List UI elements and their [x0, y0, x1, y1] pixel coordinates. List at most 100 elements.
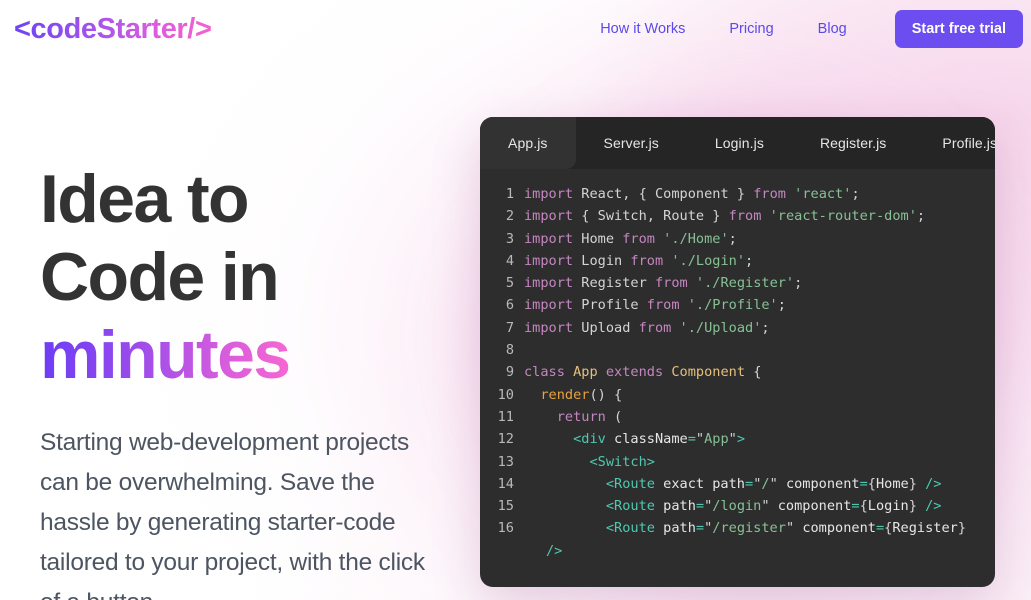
code-token: }	[957, 520, 975, 537]
code-token: import	[524, 252, 574, 269]
code-token: ;	[851, 186, 860, 202]
line-number: 1	[505, 186, 514, 202]
code-token: render	[540, 386, 590, 403]
start-free-trial-button[interactable]: Start free trial	[894, 10, 1023, 48]
code-token: './Upload'	[679, 319, 762, 336]
hero-heading-line-1: Idea to	[40, 161, 250, 237]
line-source: <div className="App">	[524, 428, 989, 450]
editor-tab-profile-js[interactable]: Profile.js	[914, 117, 995, 169]
code-token: }	[908, 475, 926, 492]
line-number: 13	[497, 453, 514, 470]
code-token: {	[859, 498, 868, 515]
code-token: <Route	[605, 520, 655, 537]
hero-description: Starting web-development projects can be…	[40, 429, 425, 600]
line-number: 10	[497, 386, 514, 403]
hero-heading-accent: minutes	[40, 317, 291, 393]
nav-link-how-it-works[interactable]: How it Works	[578, 13, 707, 45]
code-token: Switch	[597, 208, 647, 225]
editor-tab-login-js[interactable]: Login.js	[687, 117, 792, 169]
code-token: Home	[581, 230, 615, 247]
code-token: from	[646, 297, 680, 314]
line-number: 2	[505, 208, 514, 225]
code-token: "	[785, 520, 803, 537]
brand-logo[interactable]: <codeStarter/>	[14, 13, 212, 46]
code-line: 5 import Register from './Register';	[480, 272, 995, 294]
nav-link-blog[interactable]: Blog	[796, 13, 869, 45]
code-line: 1 import React, { Component } from 'react…	[480, 183, 995, 205]
code-token: Component	[654, 186, 729, 202]
code-token: }	[908, 498, 926, 515]
code-token: =	[695, 520, 705, 537]
main-navigation: How it Works Pricing Blog Start free tri…	[578, 10, 1023, 48]
code-token: "	[769, 475, 786, 492]
code-token: />	[925, 475, 942, 492]
landing-page: <codeStarter/> How it Works Pricing Blog…	[0, 0, 1031, 600]
code-token: ;	[761, 319, 770, 336]
code-line: 7 import Upload from './Upload';	[480, 317, 995, 339]
code-token: () {	[589, 386, 623, 403]
code-line: 15 <Route path="/login" component={Login…	[480, 495, 995, 517]
code-token: "	[728, 431, 737, 448]
code-token: class	[524, 364, 565, 381]
code-line: 6 import Profile from './Profile';	[480, 294, 995, 316]
code-token: path	[663, 498, 696, 515]
code-token: ,	[646, 208, 664, 225]
code-token: <Route	[605, 475, 655, 492]
code-token: Upload	[581, 319, 631, 336]
code-token: <div	[573, 431, 606, 448]
editor-tab-register-js[interactable]: Register.js	[792, 117, 914, 169]
code-token: "	[695, 431, 705, 448]
code-token: =	[695, 498, 705, 515]
code-line: 13 <Switch>	[480, 451, 995, 473]
code-token: Home	[875, 475, 909, 492]
line-number: 7	[505, 319, 514, 336]
line-source: import Register from './Register';	[524, 272, 989, 294]
line-source: import Profile from './Profile';	[524, 294, 989, 316]
line-source: import Upload from './Upload';	[524, 317, 989, 339]
code-token: (	[605, 408, 623, 425]
code-token: =	[851, 498, 860, 515]
code-token: from	[638, 319, 672, 336]
code-token: Component	[671, 364, 746, 381]
line-source: return (	[524, 406, 989, 428]
page-title: Idea to Code in minutes	[40, 160, 460, 394]
code-token: import	[524, 319, 574, 336]
code-token: React	[581, 186, 623, 202]
code-token: Register	[892, 520, 958, 537]
code-line: 2 import { Switch, Route } from 'react-ro…	[480, 205, 995, 227]
code-token: /register	[712, 520, 786, 537]
code-line: 9 class App extends Component {	[480, 361, 995, 383]
editor-tab-server-js[interactable]: Server.js	[576, 117, 687, 169]
line-number: 8	[505, 342, 514, 359]
line-source: import { Switch, Route } from 'react-rou…	[524, 205, 989, 227]
code-token: Route	[663, 208, 705, 225]
code-editor-panel: App.js Server.js Login.js Register.js Profil…	[480, 117, 995, 587]
code-token: component	[785, 475, 860, 492]
code-line: 11 return (	[480, 406, 995, 428]
code-token: {	[745, 364, 762, 381]
code-token: component	[777, 498, 852, 515]
code-token: , {	[622, 186, 655, 202]
code-token: path	[712, 475, 745, 492]
code-token: }	[728, 186, 754, 202]
code-viewer[interactable]: 1 import React, { Component } from 'react…	[480, 169, 995, 587]
editor-tab-app-js[interactable]: App.js	[480, 117, 576, 169]
code-token: path	[663, 520, 696, 537]
code-token: from	[630, 252, 664, 269]
nav-link-pricing[interactable]: Pricing	[707, 13, 795, 45]
code-token: exact	[663, 475, 705, 492]
line-source: import React, { Component } from 'react'…	[524, 183, 989, 205]
